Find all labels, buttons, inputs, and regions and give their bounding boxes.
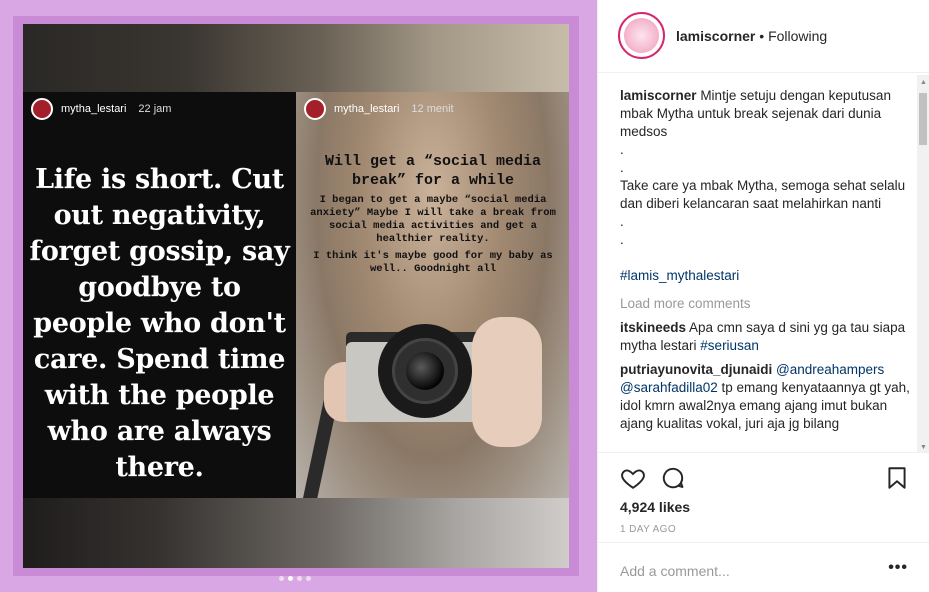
comment-username[interactable]: itskineeds [620,320,686,335]
story-avatar [31,98,53,120]
header-separator: • [759,28,765,44]
comment-item: itskineeds Apa cmn saya d sini yg ga tau… [620,319,910,355]
add-comment-input[interactable]: Add a comment... [620,563,730,579]
post-sidebar: lamiscorner • Following lamiscorner Mint… [597,0,929,592]
post-timestamp[interactable]: 1 DAY AGO [620,524,676,535]
caption-dot: . [620,160,624,175]
caption: lamiscorner Mintje setuju dengan keputus… [620,87,910,141]
comment-icon[interactable] [660,465,686,491]
caption-dot: . [620,142,624,157]
scroll-down-icon[interactable]: ▼ [920,444,927,451]
media-frame: mytha_lestari 22 jam Life is short. Cut … [13,16,579,576]
post-media[interactable]: mytha_lestari 22 jam Life is short. Cut … [0,0,597,592]
story-avatar [304,98,326,120]
instagram-post: mytha_lestari 22 jam Life is short. Cut … [0,0,929,592]
comment-item: putriayunovita_djunaidi @andreahampers @… [620,361,910,433]
comment-hashtag[interactable]: #seriusan [700,338,759,353]
story-body-2: I think it's maybe good for my baby as w… [313,250,553,275]
post-actions: 4,924 likes 1 DAY AGO [598,452,929,542]
story-text-overlay: Will get a “social media break” for a wh… [306,152,560,276]
caption-gap [620,249,910,267]
author-line: lamiscorner • Following [676,28,827,44]
add-comment-bar: Add a comment... ••• [598,542,929,592]
bookmark-icon[interactable] [884,465,910,491]
follow-status[interactable]: Following [768,28,827,44]
action-icons [620,465,910,491]
caption-hashtag[interactable]: #lamis_mythalestari [620,267,910,285]
blurred-background-bottom [23,498,569,568]
carousel-dot[interactable] [297,576,302,581]
hand-right [472,317,542,447]
story-body: I began to get a maybe “social media anx… [310,194,556,245]
camera-lens-glass [406,352,444,390]
post-header: lamiscorner • Following [598,0,929,73]
scroll-up-icon[interactable]: ▲ [920,79,927,86]
story-time: 12 menit [411,103,454,115]
scrollbar-thumb[interactable] [919,93,927,145]
carousel-dots [279,576,311,581]
story-quote: Life is short. Cut out negativity, forge… [29,164,290,483]
caption-username[interactable]: lamiscorner [620,88,697,103]
story-header-left: mytha_lestari 22 jam [31,98,171,120]
comments-section: lamiscorner Mintje setuju dengan keputus… [620,87,910,452]
heart-icon[interactable] [620,465,646,491]
likes-count[interactable]: 4,924 likes [620,499,690,515]
caption-dot: . [620,232,624,247]
comment-mention[interactable]: @andreahampers [776,362,884,377]
comments-scrollbar[interactable]: ▲ ▼ [917,75,929,453]
author-username[interactable]: lamiscorner [676,28,755,44]
story-headline: Will get a “social media break” for a wh… [324,153,542,189]
caption-text-2: Take care ya mbak Mytha, semoga sehat se… [620,178,906,211]
caption-dot: . [620,214,624,229]
carousel-dot-active[interactable] [288,576,293,581]
comment-mention[interactable]: @sarahfadilla02 [620,380,718,395]
carousel-dot[interactable] [306,576,311,581]
story-screenshot-left: mytha_lestari 22 jam Life is short. Cut … [23,92,296,504]
media-inner: mytha_lestari 22 jam Life is short. Cut … [23,24,569,568]
comment-username[interactable]: putriayunovita_djunaidi [620,362,772,377]
more-options-icon[interactable]: ••• [888,559,908,577]
story-header-right: mytha_lestari 12 menit [304,98,454,120]
story-time: 22 jam [138,103,172,115]
carousel-dot[interactable] [279,576,284,581]
blurred-background-top [23,24,569,92]
story-username: mytha_lestari [334,103,400,115]
story-username: mytha_lestari [61,103,127,115]
author-avatar[interactable] [618,12,665,59]
story-screenshot-right: mytha_lestari 12 menit Will get a “socia… [296,92,569,504]
load-more-comments-button[interactable]: Load more comments [620,295,910,313]
